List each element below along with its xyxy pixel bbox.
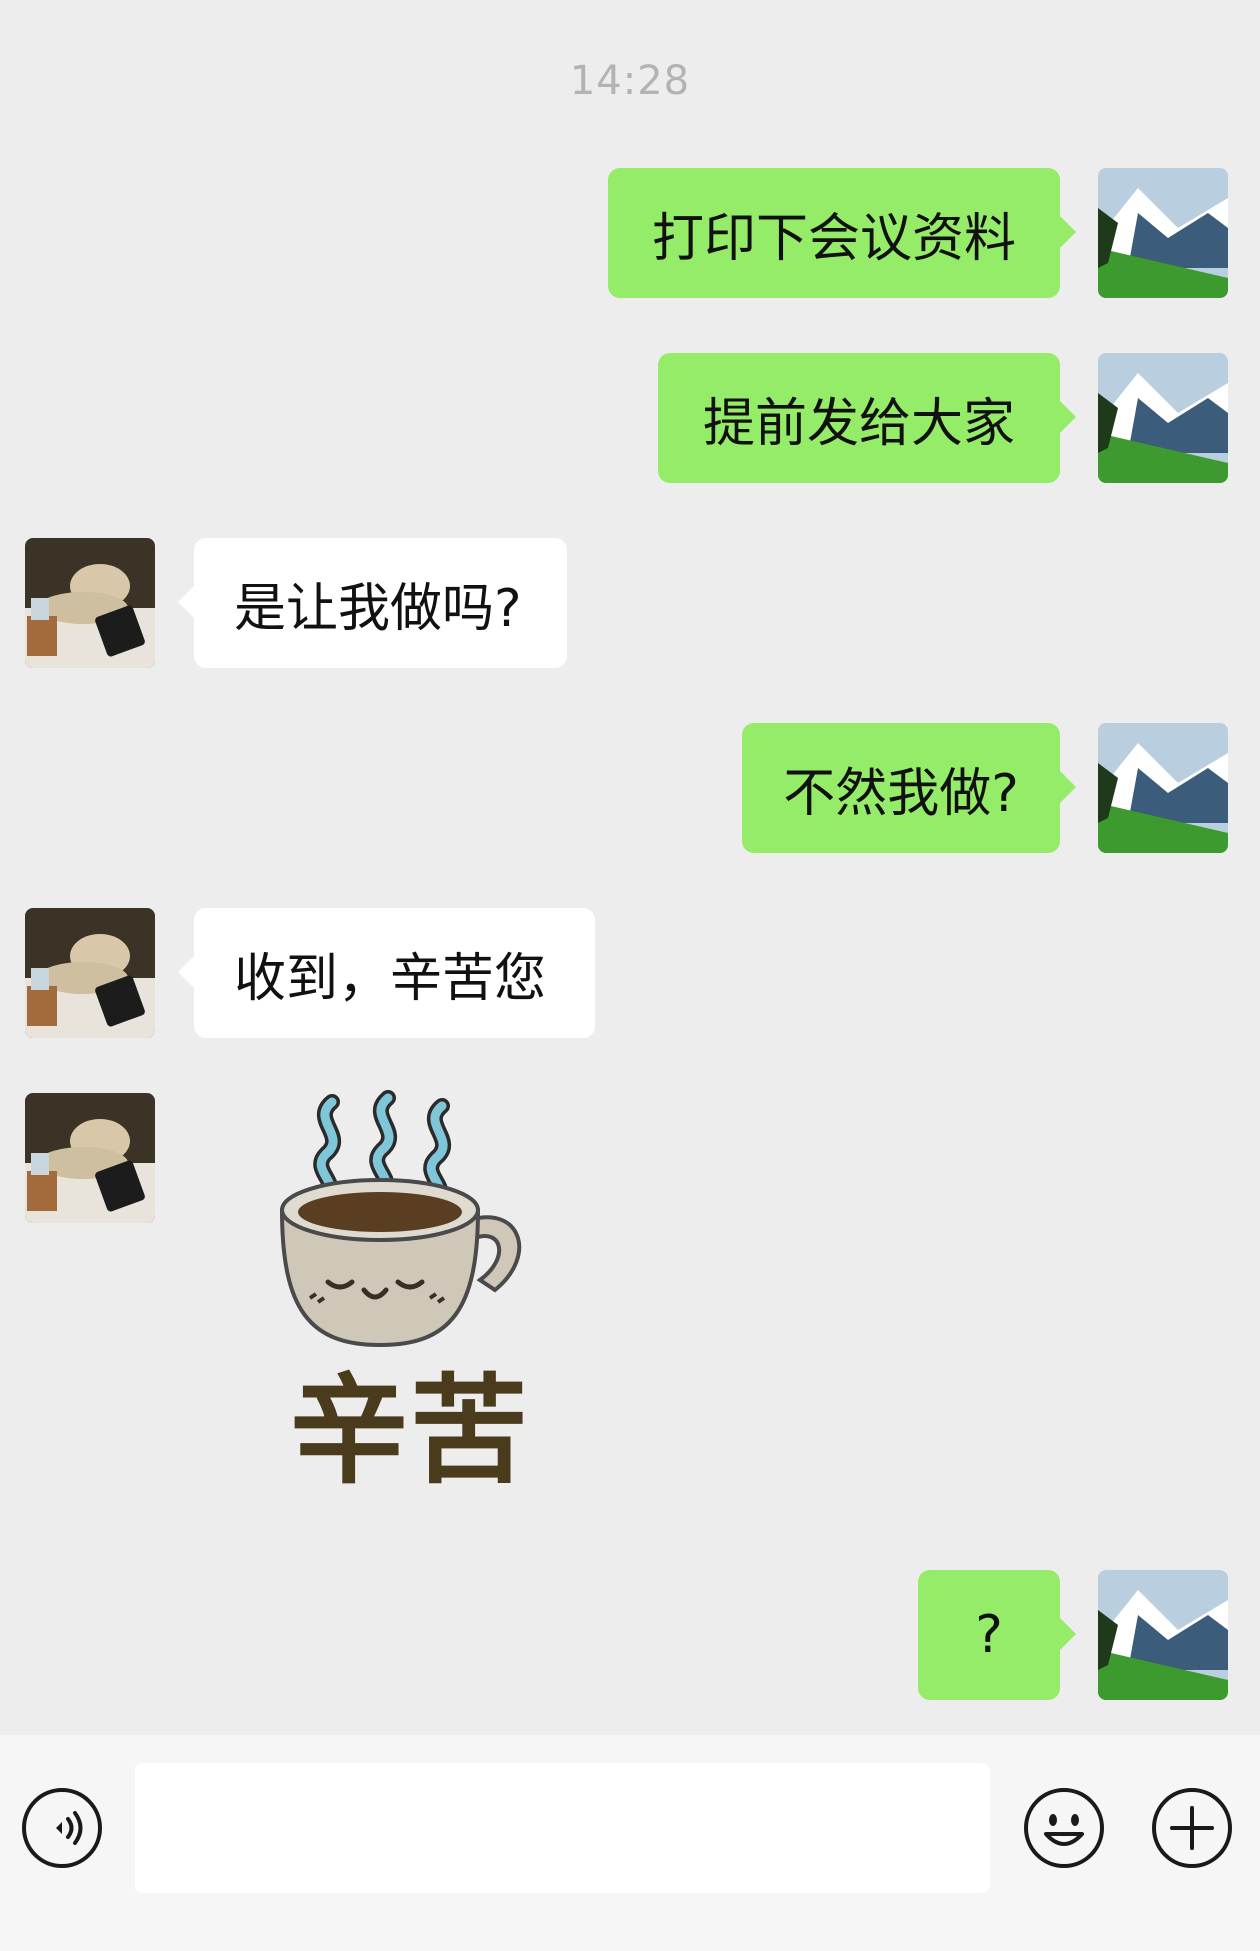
message-input[interactable] [135,1763,990,1893]
emoji-button[interactable] [1022,1786,1106,1870]
voice-button[interactable] [20,1786,104,1870]
outgoing-message-bubble[interactable]: 提前发给大家 [658,353,1076,483]
coffee-cup-icon [279,1090,522,1348]
outgoing-message-bubble[interactable]: 打印下会议资料 [608,168,1076,298]
my-avatar[interactable] [1098,353,1228,483]
sticker-message[interactable]: 辛苦 [270,1090,550,1510]
my-avatar[interactable] [1098,168,1228,298]
incoming-message-bubble[interactable]: 收到，辛苦您 [178,908,595,1038]
my-avatar[interactable] [1098,1570,1228,1700]
emoji-icon [1024,1788,1104,1868]
message-text: 收到，辛苦您 [234,948,547,1009]
contact-avatar[interactable] [25,1093,155,1223]
plus-icon [1152,1788,1232,1868]
incoming-message-bubble[interactable]: 是让我做吗? [178,538,567,668]
message-text: 提前发给大家 [702,393,1015,454]
my-avatar[interactable] [1098,723,1228,853]
voice-icon [22,1788,102,1868]
message-text: 打印下会议资料 [651,208,1016,269]
input-bar [0,1735,1260,1951]
contact-avatar[interactable] [25,538,155,668]
message-text: 不然我做? [783,763,1019,824]
contact-avatar[interactable] [25,908,155,1038]
message-text: 是让我做吗? [234,578,522,639]
plus-button[interactable] [1150,1786,1234,1870]
sticker-caption: 辛苦 [289,1362,530,1500]
message-timestamp: 14:28 [569,58,691,104]
outgoing-message-bubble[interactable]: ? [918,1570,1076,1700]
message-text: ? [975,1605,1003,1665]
chat-area: 14:28 打印下会议资料 提前发给大家 是让我做吗? 不然我做? 收到，辛苦您… [0,0,1260,1735]
outgoing-message-bubble[interactable]: 不然我做? [742,723,1076,853]
